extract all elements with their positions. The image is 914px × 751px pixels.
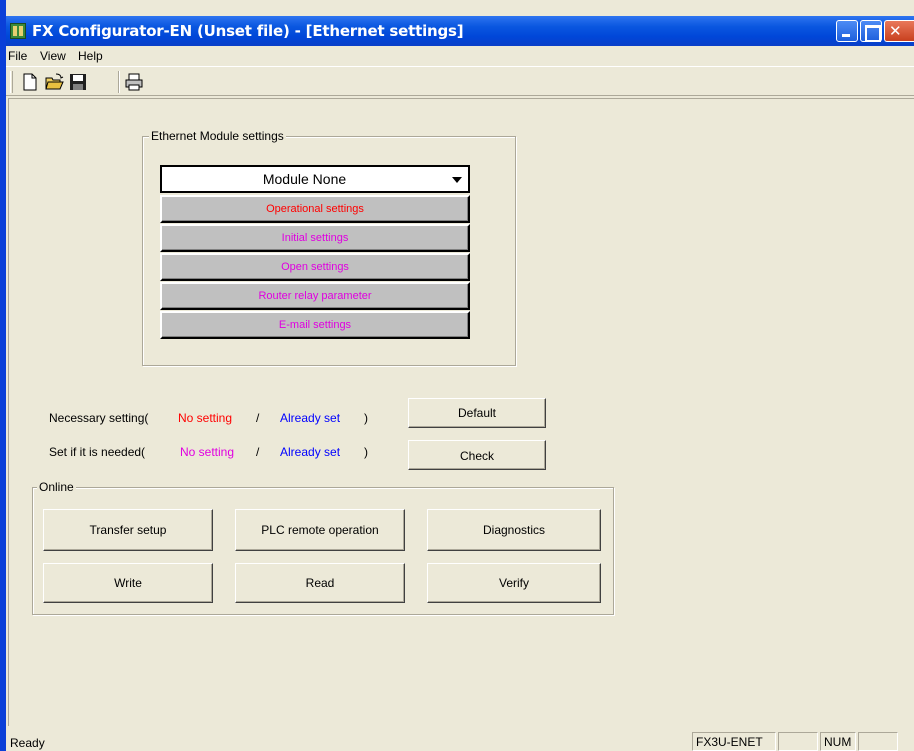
check-button-label: Check	[459, 449, 494, 463]
module-select-value: Module None	[262, 171, 347, 187]
operational-settings-label: Operational settings	[266, 203, 364, 215]
toolbar	[6, 66, 914, 96]
initial-settings-button[interactable]: Initial settings	[160, 224, 470, 252]
toolbar-grip[interactable]	[10, 71, 13, 93]
verify-label: Verify	[498, 576, 529, 590]
status-bar: Ready FX3U-ENET NUM	[6, 730, 914, 751]
status-empty-pane	[778, 732, 818, 751]
operational-settings-button[interactable]: Operational settings	[160, 195, 470, 223]
necessary-setting-label: Necessary setting(	[49, 411, 149, 425]
print-icon[interactable]	[124, 72, 144, 92]
status-empty-pane-2	[858, 732, 898, 751]
open-settings-button[interactable]: Open settings	[160, 253, 470, 281]
default-button-label: Default	[457, 406, 497, 420]
default-button[interactable]: Default	[408, 398, 546, 428]
necessary-no-setting-label: No setting	[178, 411, 233, 425]
open-folder-icon[interactable]	[44, 72, 64, 92]
maximize-button[interactable]	[860, 20, 882, 42]
read-button[interactable]: Read	[235, 563, 405, 603]
needed-already-set-label: Already set	[280, 445, 341, 459]
needed-setting-label: Set if it is needed(	[49, 445, 146, 459]
email-settings-label: E-mail settings	[278, 319, 352, 331]
chevron-down-icon[interactable]	[452, 177, 462, 183]
necessary-close-paren: )	[364, 411, 368, 425]
transfer-setup-button[interactable]: Transfer setup	[43, 509, 213, 551]
read-label: Read	[305, 576, 335, 590]
open-settings-label: Open settings	[281, 261, 349, 273]
menu-help[interactable]: Help	[78, 49, 103, 63]
needed-slash: /	[256, 445, 260, 459]
title-bar[interactable]: FX Configurator-EN (Unset file) - [Ether…	[6, 16, 914, 46]
save-disk-icon[interactable]	[68, 72, 88, 92]
menu-bar: File View Help	[6, 46, 914, 66]
new-file-icon[interactable]	[20, 72, 40, 92]
necessary-slash: /	[256, 411, 260, 425]
plc-remote-operation-button[interactable]: PLC remote operation	[235, 509, 405, 551]
plc-remote-operation-label: PLC remote operation	[261, 523, 379, 537]
needed-close-paren: )	[364, 445, 368, 459]
window-title: FX Configurator-EN (Unset file) - [Ether…	[32, 22, 464, 40]
toolbar-separator	[118, 71, 120, 93]
menu-file[interactable]: File	[8, 49, 27, 63]
status-module: FX3U-ENET	[692, 732, 776, 751]
needed-no-setting-label: No setting	[180, 445, 235, 459]
status-ready: Ready	[10, 736, 45, 750]
transfer-setup-label: Transfer setup	[89, 523, 167, 537]
minimize-button[interactable]	[836, 20, 858, 42]
router-relay-parameter-label: Router relay parameter	[258, 290, 372, 302]
write-label: Write	[114, 576, 142, 590]
write-button[interactable]: Write	[43, 563, 213, 603]
email-settings-button[interactable]: E-mail settings	[160, 311, 470, 339]
app-window: FX Configurator-EN (Unset file) - [Ether…	[0, 0, 914, 751]
app-icon	[10, 23, 26, 39]
window-edge	[0, 0, 6, 751]
verify-button[interactable]: Verify	[427, 563, 601, 603]
necessary-already-set-label: Already set	[280, 411, 341, 425]
online-group-label: Online	[37, 480, 76, 494]
diagnostics-button[interactable]: Diagnostics	[427, 509, 601, 551]
check-button[interactable]: Check	[408, 440, 546, 470]
router-relay-parameter-button[interactable]: Router relay parameter	[160, 282, 470, 310]
close-button[interactable]	[884, 20, 914, 42]
initial-settings-label: Initial settings	[281, 232, 349, 244]
module-select[interactable]: Module None	[160, 165, 470, 193]
diagnostics-label: Diagnostics	[482, 523, 546, 537]
menu-view[interactable]: View	[40, 49, 66, 63]
status-num: NUM	[820, 732, 856, 751]
ethernet-module-group-label: Ethernet Module settings	[149, 129, 286, 143]
